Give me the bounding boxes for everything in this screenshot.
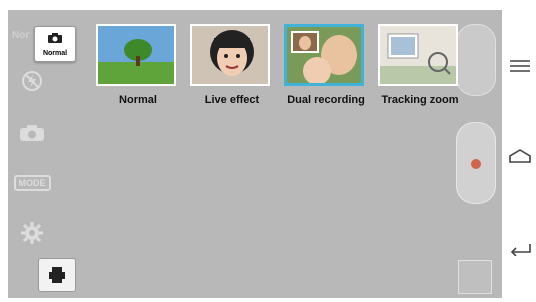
home-icon[interactable] xyxy=(506,144,534,168)
shutter-button[interactable] xyxy=(456,122,496,204)
camera-app: Nor MODE Normal Normal Live effect Dual … xyxy=(0,0,536,302)
viewfinder: Nor MODE Normal Normal Live effect Dual … xyxy=(8,10,502,298)
print-button[interactable] xyxy=(38,258,76,292)
print-icon xyxy=(49,267,65,283)
mode-normal-thumbnail xyxy=(96,24,176,86)
mode-tracking-zoom-label: Tracking zoom xyxy=(381,94,459,106)
mode-dual-recording-thumbnail xyxy=(284,24,364,86)
back-icon[interactable] xyxy=(506,236,534,260)
current-mode-button[interactable]: Normal xyxy=(34,26,76,62)
zoom-slider[interactable] xyxy=(456,24,496,96)
mode-dual-recording-label: Dual recording xyxy=(287,94,365,106)
flash-off-icon[interactable] xyxy=(12,68,52,94)
gallery-thumbnail[interactable] xyxy=(458,260,492,294)
mode-tracking-zoom-thumbnail xyxy=(378,24,458,86)
navigation-bar xyxy=(502,0,536,302)
swap-camera-icon[interactable] xyxy=(12,120,52,146)
mode-icon[interactable]: MODE xyxy=(12,170,52,196)
mode-normal[interactable]: Normal xyxy=(96,24,180,124)
shot-mode-panel: Normal Live effect Dual recording Tracki… xyxy=(96,24,462,124)
camera-icon xyxy=(47,31,63,49)
mode-live-effect[interactable]: Live effect xyxy=(190,24,274,124)
mode-tracking-zoom[interactable]: Tracking zoom xyxy=(378,24,462,124)
mode-live-effect-label: Live effect xyxy=(204,94,260,106)
settings-icon[interactable] xyxy=(12,220,52,246)
mode-dual-recording[interactable]: Dual recording xyxy=(284,24,368,124)
mode-icon-label: MODE xyxy=(13,175,51,191)
menu-icon[interactable] xyxy=(506,54,534,78)
mode-normal-label: Normal xyxy=(119,94,157,106)
mode-live-effect-thumbnail xyxy=(190,24,270,86)
current-mode-label: Normal xyxy=(42,50,68,57)
record-indicator xyxy=(471,159,481,169)
